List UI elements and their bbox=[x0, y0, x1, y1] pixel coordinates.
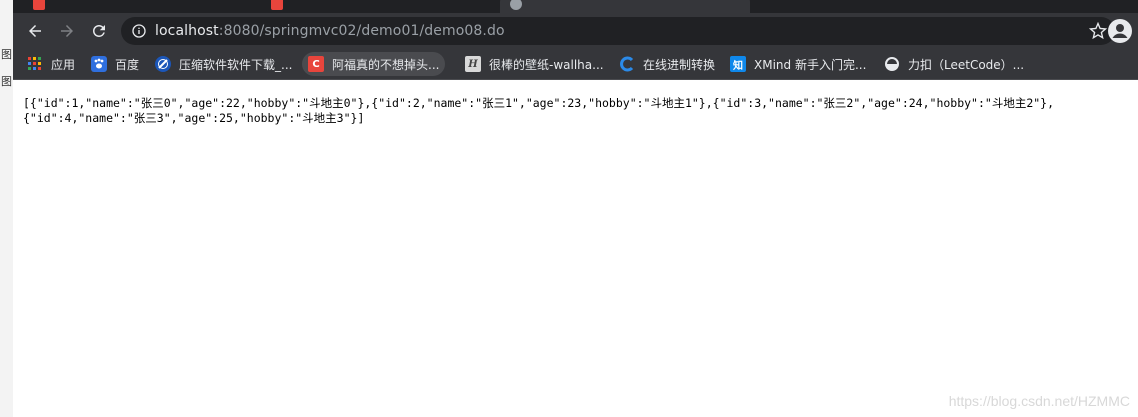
browser-tab-active[interactable] bbox=[500, 0, 750, 13]
url-path: :8080/springmvc02/demo01/demo08.do bbox=[218, 23, 505, 39]
forward-button[interactable] bbox=[53, 17, 81, 45]
bookmark-label: 力扣（LeetCode）... bbox=[908, 57, 1025, 72]
browser-toolbar: localhost:8080/springmvc02/demo01/demo08… bbox=[13, 13, 1138, 49]
csdn-icon: C bbox=[308, 56, 324, 72]
bookmark-apps[interactable]: 应用 bbox=[21, 52, 81, 76]
url-text[interactable]: localhost:8080/springmvc02/demo01/demo08… bbox=[155, 23, 505, 39]
back-arrow-icon bbox=[29, 25, 41, 37]
bookmark-label: 阿福真的不想掉头... bbox=[332, 57, 440, 72]
bookmark-label: 百度 bbox=[115, 57, 140, 72]
bookmark-converter[interactable]: 在线进制转换 bbox=[613, 52, 721, 76]
url-host: localhost bbox=[155, 23, 219, 39]
zhihu-icon: 知 bbox=[730, 56, 746, 72]
converter-icon bbox=[619, 56, 635, 72]
back-button[interactable] bbox=[21, 17, 49, 45]
csdn-favicon-icon bbox=[271, 0, 283, 10]
address-bar[interactable]: localhost:8080/springmvc02/demo01/demo08… bbox=[121, 17, 1115, 45]
forward-arrow-icon bbox=[61, 25, 73, 37]
bookmark-label: 很棒的壁纸-wallha... bbox=[489, 57, 604, 72]
background-window-edge: 图 图 bbox=[0, 0, 14, 417]
csdn-favicon-icon bbox=[33, 0, 45, 10]
compress-icon bbox=[155, 56, 171, 72]
bookmark-label: 在线进制转换 bbox=[643, 57, 716, 72]
bookmark-star-icon[interactable] bbox=[1089, 22, 1107, 40]
reload-icon bbox=[93, 25, 105, 37]
background-window-glyph: 图 bbox=[1, 75, 12, 88]
browser-window: localhost:8080/springmvc02/demo01/demo08… bbox=[13, 0, 1138, 417]
bookmark-label: 应用 bbox=[51, 57, 76, 72]
bookmark-csdn[interactable]: C 阿福真的不想掉头... bbox=[302, 52, 446, 76]
leetcode-icon bbox=[884, 56, 900, 72]
bookmark-wallhaven[interactable]: H 很棒的壁纸-wallha... bbox=[459, 52, 610, 76]
browser-tab[interactable] bbox=[33, 0, 233, 13]
browser-tab[interactable] bbox=[271, 0, 471, 13]
apps-grid-icon bbox=[27, 56, 43, 72]
bookmark-label: XMind 新手入门完... bbox=[754, 57, 867, 72]
watermark: https://blog.csdn.net/HZMMC bbox=[948, 393, 1130, 409]
background-window-glyph: 图 bbox=[1, 48, 12, 61]
site-info-icon[interactable] bbox=[131, 23, 147, 39]
tab-strip bbox=[13, 0, 1138, 13]
bookmark-leetcode[interactable]: 力扣（LeetCode）... bbox=[878, 52, 1030, 76]
bookmark-baidu[interactable]: 百度 bbox=[85, 52, 145, 76]
bookmarks-bar: 应用 百度 压缩软件软件下载_... C 阿福真的不想掉头... H 很棒的壁纸… bbox=[13, 49, 1138, 80]
wallhaven-icon: H bbox=[465, 56, 481, 72]
profile-avatar-icon[interactable] bbox=[1108, 19, 1132, 43]
baidu-paw-icon bbox=[91, 56, 107, 72]
bookmark-compress[interactable]: 压缩软件软件下载_... bbox=[149, 52, 298, 76]
bookmark-xmind[interactable]: 知 XMind 新手入门完... bbox=[724, 52, 872, 76]
page-content: [{"id":1,"name":"张三0","age":22,"hobby":"… bbox=[13, 80, 1138, 417]
json-response-text: [{"id":1,"name":"张三0","age":22,"hobby":"… bbox=[23, 96, 1055, 125]
reload-button[interactable] bbox=[85, 17, 113, 45]
page-favicon-icon bbox=[510, 0, 522, 10]
bookmark-label: 压缩软件软件下载_... bbox=[179, 57, 293, 72]
